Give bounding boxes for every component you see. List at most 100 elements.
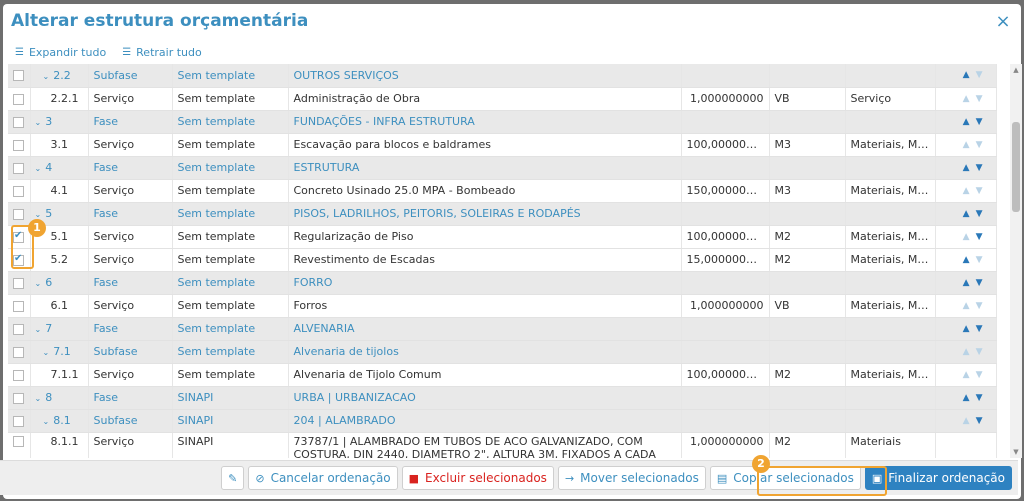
move-down-icon[interactable]: ▼	[976, 278, 983, 288]
chevron-down-icon[interactable]: ⌄	[43, 348, 50, 357]
move-selected-button[interactable]: → Mover selecionados	[557, 466, 706, 490]
row-checkbox[interactable]	[13, 139, 24, 151]
row-quantity: 15,000000000	[681, 248, 770, 272]
table-row[interactable]: 2.2.1 Serviço Sem template Administração de…	[8, 87, 997, 111]
move-down-icon[interactable]: ▼	[976, 393, 983, 403]
move-down-icon[interactable]: ▼	[976, 186, 983, 196]
scroll-down-icon[interactable]: ▼	[1010, 446, 1022, 458]
table-row[interactable]: ⌄ 4 Fase Sem template ESTRUTURA ▲ ▼	[8, 156, 997, 180]
move-up-icon[interactable]: ▲	[963, 94, 970, 104]
move-down-icon[interactable]: ▼	[976, 301, 983, 311]
table-row[interactable]: ⌄ 6 Fase Sem template FORRO ▲ ▼	[8, 271, 997, 295]
move-down-icon[interactable]: ▼	[976, 94, 983, 104]
move-up-icon[interactable]: ▲	[963, 301, 970, 311]
chevron-down-icon[interactable]: ⌄	[43, 72, 50, 81]
row-checkbox[interactable]	[13, 162, 24, 174]
chevron-down-icon[interactable]: ⌄	[35, 325, 42, 334]
scroll-up-icon[interactable]: ▲	[1010, 64, 1022, 76]
table-row[interactable]: 5.2 Serviço Sem template Revestimento de Es…	[8, 248, 997, 272]
chevron-down-icon[interactable]: ⌄	[35, 210, 42, 219]
row-checkbox[interactable]	[13, 70, 24, 82]
row-checkbox[interactable]	[13, 185, 24, 197]
close-icon[interactable]: ×	[993, 11, 1013, 32]
table-row[interactable]: ⌄ 8.1 Subfase SINAPI 204 | ALAMBRADO ▲ ▼	[8, 409, 997, 433]
delete-selected-button[interactable]: ■ Excluir selecionados	[401, 466, 554, 490]
move-down-icon[interactable]: ▼	[976, 416, 983, 426]
eraser-button[interactable]: ✎	[221, 466, 245, 490]
move-down-icon[interactable]: ▼	[976, 324, 983, 334]
row-checkbox[interactable]	[13, 323, 24, 335]
move-up-icon[interactable]: ▲	[963, 255, 970, 265]
row-code-text: 5.1	[50, 230, 69, 243]
chevron-down-icon[interactable]: ⌄	[35, 164, 42, 173]
row-checkbox[interactable]	[13, 93, 24, 105]
row-checkbox[interactable]	[13, 277, 24, 289]
row-category: Materiais, Mão ...	[845, 294, 936, 318]
move-down-icon[interactable]: ▼	[976, 209, 983, 219]
chevron-down-icon[interactable]: ⌄	[35, 394, 42, 403]
move-up-icon[interactable]: ▲	[963, 140, 970, 150]
move-up-icon[interactable]: ▲	[963, 416, 970, 426]
scroll-thumb[interactable]	[1012, 122, 1020, 212]
move-up-icon[interactable]: ▲	[963, 324, 970, 334]
row-checkbox[interactable]	[13, 346, 24, 358]
move-down-icon[interactable]: ▼	[976, 370, 983, 380]
row-checkbox[interactable]	[13, 392, 24, 404]
row-unit-text: M3	[774, 184, 792, 197]
move-up-icon[interactable]: ▲	[963, 117, 970, 127]
table-row[interactable]: 3.1 Serviço Sem template Escavação para blo…	[8, 133, 997, 157]
row-template: Sem template	[172, 248, 289, 272]
move-up-icon[interactable]: ▲	[963, 232, 970, 242]
arrow-right-icon: →	[564, 471, 575, 485]
table-row[interactable]: ⌄ 2.2 Subfase Sem template OUTROS SERVIÇOS ▲ ▼	[8, 64, 997, 88]
row-unit: M3	[769, 133, 846, 157]
row-checkbox-cell	[8, 386, 31, 410]
grid-scrollbar[interactable]: ▲ ▼	[1010, 64, 1022, 458]
row-checkbox[interactable]	[13, 415, 24, 427]
chevron-down-icon[interactable]: ⌄	[35, 118, 42, 127]
move-up-icon[interactable]: ▲	[963, 186, 970, 196]
move-down-icon[interactable]: ▼	[976, 140, 983, 150]
move-up-icon[interactable]: ▲	[963, 70, 970, 80]
table-row[interactable]: 4.1 Serviço Sem template Concreto Usinado 2…	[8, 179, 997, 203]
move-up-icon[interactable]: ▲	[963, 163, 970, 173]
move-up-icon[interactable]: ▲	[963, 393, 970, 403]
row-checkbox[interactable]	[13, 369, 24, 381]
table-row[interactable]: ⌄ 8 Fase SINAPI URBA | URBANIZACAO ▲ ▼	[8, 386, 997, 410]
expand-all-link[interactable]: ☰ Expandir tudo	[15, 46, 106, 59]
table-row[interactable]: ⌄ 7 Fase Sem template ALVENARIA ▲ ▼	[8, 317, 997, 341]
modal-title: Alterar estrutura orçamentária	[11, 11, 309, 31]
move-up-icon[interactable]: ▲	[963, 209, 970, 219]
row-checkbox[interactable]	[13, 300, 24, 312]
move-down-icon[interactable]: ▼	[976, 255, 983, 265]
table-row[interactable]: ⌄ 7.1 Subfase Sem template Alvenaria de tijo…	[8, 340, 997, 364]
row-type-text: Serviço	[93, 434, 135, 448]
chevron-down-icon[interactable]: ⌄	[35, 279, 42, 288]
move-down-icon[interactable]: ▼	[976, 163, 983, 173]
row-unit-text: M2	[774, 253, 792, 266]
row-checkbox[interactable]	[13, 208, 24, 220]
move-down-icon[interactable]: ▼	[976, 117, 983, 127]
table-row[interactable]: 8.1.1 Serviço SINAPI 73787/1 | ALAMBRADO EM…	[8, 432, 997, 458]
cancel-ordering-button[interactable]: ⊘ Cancelar ordenação	[248, 466, 398, 490]
chevron-down-icon[interactable]: ⌄	[43, 417, 50, 426]
move-up-icon[interactable]: ▲	[963, 278, 970, 288]
collapse-all-link[interactable]: ☰ Retrair tudo	[122, 46, 202, 59]
row-template: Sem template	[172, 87, 289, 111]
row-template-text: Sem template	[177, 253, 256, 266]
table-row[interactable]: ⌄ 3 Fase Sem template FUNDAÇÕES - INFRA ESTR…	[8, 110, 997, 134]
table-row[interactable]: 6.1 Serviço Sem template Forros 1,000000000 V…	[8, 294, 997, 318]
row-template-text: SINAPI	[177, 391, 214, 404]
move-up-icon[interactable]: ▲	[963, 347, 970, 357]
move-down-icon[interactable]: ▼	[976, 232, 983, 242]
table-row[interactable]: 7.1.1 Serviço Sem template Alvenaria de Tij…	[8, 363, 997, 387]
table-row[interactable]: ⌄ 5 Fase Sem template PISOS, LADRILHOS, PEIT…	[8, 202, 997, 226]
row-checkbox[interactable]	[13, 116, 24, 128]
move-down-icon[interactable]: ▼	[976, 347, 983, 357]
row-checkbox[interactable]	[13, 436, 24, 447]
row-unit	[769, 110, 846, 134]
move-up-icon[interactable]: ▲	[963, 370, 970, 380]
row-description-text: Escavação para blocos e baldrames	[293, 138, 492, 151]
table-row[interactable]: 5.1 Serviço Sem template Regularização de P…	[8, 225, 997, 249]
move-down-icon[interactable]: ▼	[976, 70, 983, 80]
